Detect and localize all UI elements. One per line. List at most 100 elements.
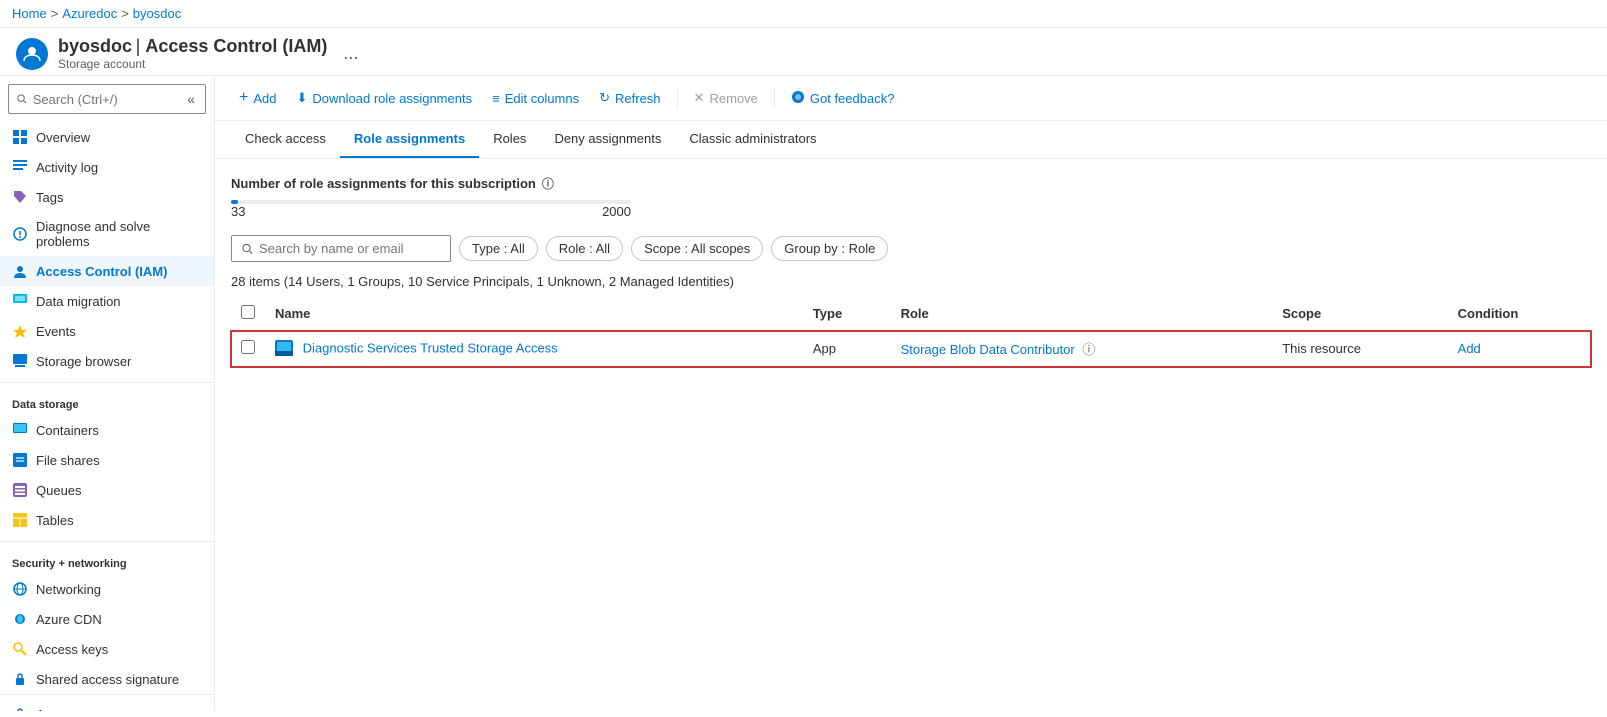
- role-filter-chip[interactable]: Role : All: [546, 236, 623, 261]
- sidebar-item-queues[interactable]: Queues: [0, 475, 214, 505]
- scope-filter-chip[interactable]: Scope : All scopes: [631, 236, 763, 261]
- events-icon: [12, 323, 28, 339]
- breadcrumb-azuredoc[interactable]: Azuredoc: [62, 6, 117, 21]
- sidebar-item-overview[interactable]: Overview: [0, 122, 214, 152]
- file-shares-icon: [12, 452, 28, 468]
- sidebar: « Overview Activity log Tags Diagnose an…: [0, 76, 215, 711]
- row-checkbox[interactable]: [241, 340, 255, 354]
- sidebar-item-diagnose[interactable]: Diagnose and solve problems: [0, 212, 214, 256]
- type-filter-chip[interactable]: Type : All: [459, 236, 538, 261]
- col-name: Name: [265, 297, 803, 331]
- app-icon: [275, 340, 293, 358]
- edit-columns-button[interactable]: ≡ Edit columns: [484, 86, 587, 111]
- sidebar-item-networking[interactable]: Networking: [0, 574, 214, 604]
- subscription-info-icon[interactable]: ⓘ: [542, 175, 554, 192]
- refresh-button[interactable]: ↻ Refresh: [591, 85, 668, 111]
- resource-icon: [16, 38, 48, 70]
- security-section-label: Security + networking: [0, 548, 214, 574]
- tab-role-assignments[interactable]: Role assignments: [340, 121, 479, 158]
- download-role-assignments-button[interactable]: ⬇ Download role assignments: [288, 85, 480, 111]
- tab-deny-assignments[interactable]: Deny assignments: [540, 121, 675, 158]
- sidebar-label-iam: Access Control (IAM): [36, 264, 167, 279]
- breadcrumb-home[interactable]: Home: [12, 6, 47, 21]
- sidebar-label-file-shares: File shares: [36, 453, 100, 468]
- toolbar: + Add ⬇ Download role assignments ≡ Edit…: [215, 76, 1607, 121]
- row-role-link[interactable]: Storage Blob Data Contributor: [901, 342, 1075, 357]
- items-count: 28 items (14 Users, 1 Groups, 10 Service…: [231, 274, 1591, 289]
- feedback-button[interactable]: Got feedback?: [783, 85, 903, 112]
- sidebar-item-tags[interactable]: Tags: [0, 182, 214, 212]
- sidebar-item-access-keys[interactable]: Access keys: [0, 634, 214, 664]
- diagnose-icon: [12, 226, 28, 242]
- col-type: Type: [803, 297, 891, 331]
- sidebar-label-events: Events: [36, 324, 76, 339]
- progress-labels: 33 2000: [231, 204, 631, 219]
- row-name-link[interactable]: Diagnostic Services Trusted Storage Acce…: [303, 340, 558, 355]
- select-all-checkbox[interactable]: [241, 305, 255, 319]
- col-scope: Scope: [1272, 297, 1447, 331]
- search-input[interactable]: [33, 92, 179, 107]
- sidebar-item-sas[interactable]: Shared access signature: [0, 664, 214, 694]
- row-condition-link[interactable]: Add: [1458, 341, 1481, 356]
- tab-roles[interactable]: Roles: [479, 121, 540, 158]
- toolbar-divider: [677, 88, 678, 108]
- sidebar-label-sas: Shared access signature: [36, 672, 179, 687]
- sidebar-label-storage-browser: Storage browser: [36, 354, 131, 369]
- search-filter[interactable]: [231, 235, 451, 262]
- networking-icon: [12, 581, 28, 597]
- sidebar-item-migration[interactable]: Data migration: [0, 286, 214, 316]
- migration-icon: [12, 293, 28, 309]
- search-box[interactable]: «: [8, 84, 206, 114]
- sidebar-item-access[interactable]: Access: [0, 699, 214, 711]
- page-header: byosdoc | Access Control (IAM) Storage a…: [0, 28, 1607, 76]
- group-filter-chip[interactable]: Group by : Role: [771, 236, 888, 261]
- sidebar-item-events[interactable]: Events: [0, 316, 214, 346]
- role-info-icon[interactable]: ⓘ: [1082, 342, 1095, 357]
- remove-button[interactable]: ✕ Remove: [686, 85, 766, 111]
- resource-name: byosdoc: [58, 36, 132, 56]
- role-table: Name Type Role Scope Condition: [231, 297, 1591, 367]
- sidebar-label-activity-log: Activity log: [36, 160, 98, 175]
- breadcrumb-byosdoc[interactable]: byosdoc: [133, 6, 181, 21]
- refresh-icon: ↻: [599, 90, 610, 106]
- more-options-button[interactable]: ...: [343, 43, 358, 64]
- access-keys-icon: [12, 641, 28, 657]
- storage-browser-icon: [12, 353, 28, 369]
- subscription-title: Number of role assignments for this subs…: [231, 175, 1591, 192]
- header-text: byosdoc | Access Control (IAM) Storage a…: [58, 36, 327, 71]
- breadcrumb: Home > Azuredoc > byosdoc: [0, 0, 1607, 28]
- page-title: Access Control (IAM): [145, 36, 327, 56]
- feedback-icon: [791, 90, 805, 107]
- tab-check-access[interactable]: Check access: [231, 121, 340, 158]
- name-email-search-input[interactable]: [259, 241, 440, 256]
- sidebar-item-iam[interactable]: Access Control (IAM): [0, 256, 214, 286]
- table-row: Diagnostic Services Trusted Storage Acce…: [231, 331, 1591, 367]
- containers-icon: [12, 422, 28, 438]
- sidebar-item-file-shares[interactable]: File shares: [0, 445, 214, 475]
- activity-log-icon: [12, 159, 28, 175]
- sidebar-label-access: Access: [36, 707, 78, 712]
- row-type-cell: App: [803, 331, 891, 367]
- tab-classic-admins[interactable]: Classic administrators: [675, 121, 830, 158]
- sidebar-label-containers: Containers: [36, 423, 99, 438]
- queues-icon: [12, 482, 28, 498]
- sidebar-item-containers[interactable]: Containers: [0, 415, 214, 445]
- edit-columns-icon: ≡: [492, 91, 500, 106]
- current-count: 33: [231, 204, 245, 219]
- subscription-section: Number of role assignments for this subs…: [231, 175, 1591, 219]
- table-header: Name Type Role Scope Condition: [231, 297, 1591, 331]
- sidebar-label-tables: Tables: [36, 513, 74, 528]
- sidebar-item-storage-browser[interactable]: Storage browser: [0, 346, 214, 376]
- sas-icon: [12, 671, 28, 687]
- sidebar-item-azure-cdn[interactable]: Azure CDN: [0, 604, 214, 634]
- collapse-sidebar-button[interactable]: «: [185, 89, 197, 109]
- sidebar-item-tables[interactable]: Tables: [0, 505, 214, 535]
- progress-bar-container: 33 2000: [231, 200, 1591, 219]
- add-button[interactable]: + Add: [231, 84, 284, 112]
- sidebar-label-queues: Queues: [36, 483, 82, 498]
- sidebar-item-activity-log[interactable]: Activity log: [0, 152, 214, 182]
- select-all-header: [231, 297, 265, 331]
- tables-icon: [12, 512, 28, 528]
- sidebar-label-access-keys: Access keys: [36, 642, 108, 657]
- content-area: Number of role assignments for this subs…: [215, 159, 1607, 383]
